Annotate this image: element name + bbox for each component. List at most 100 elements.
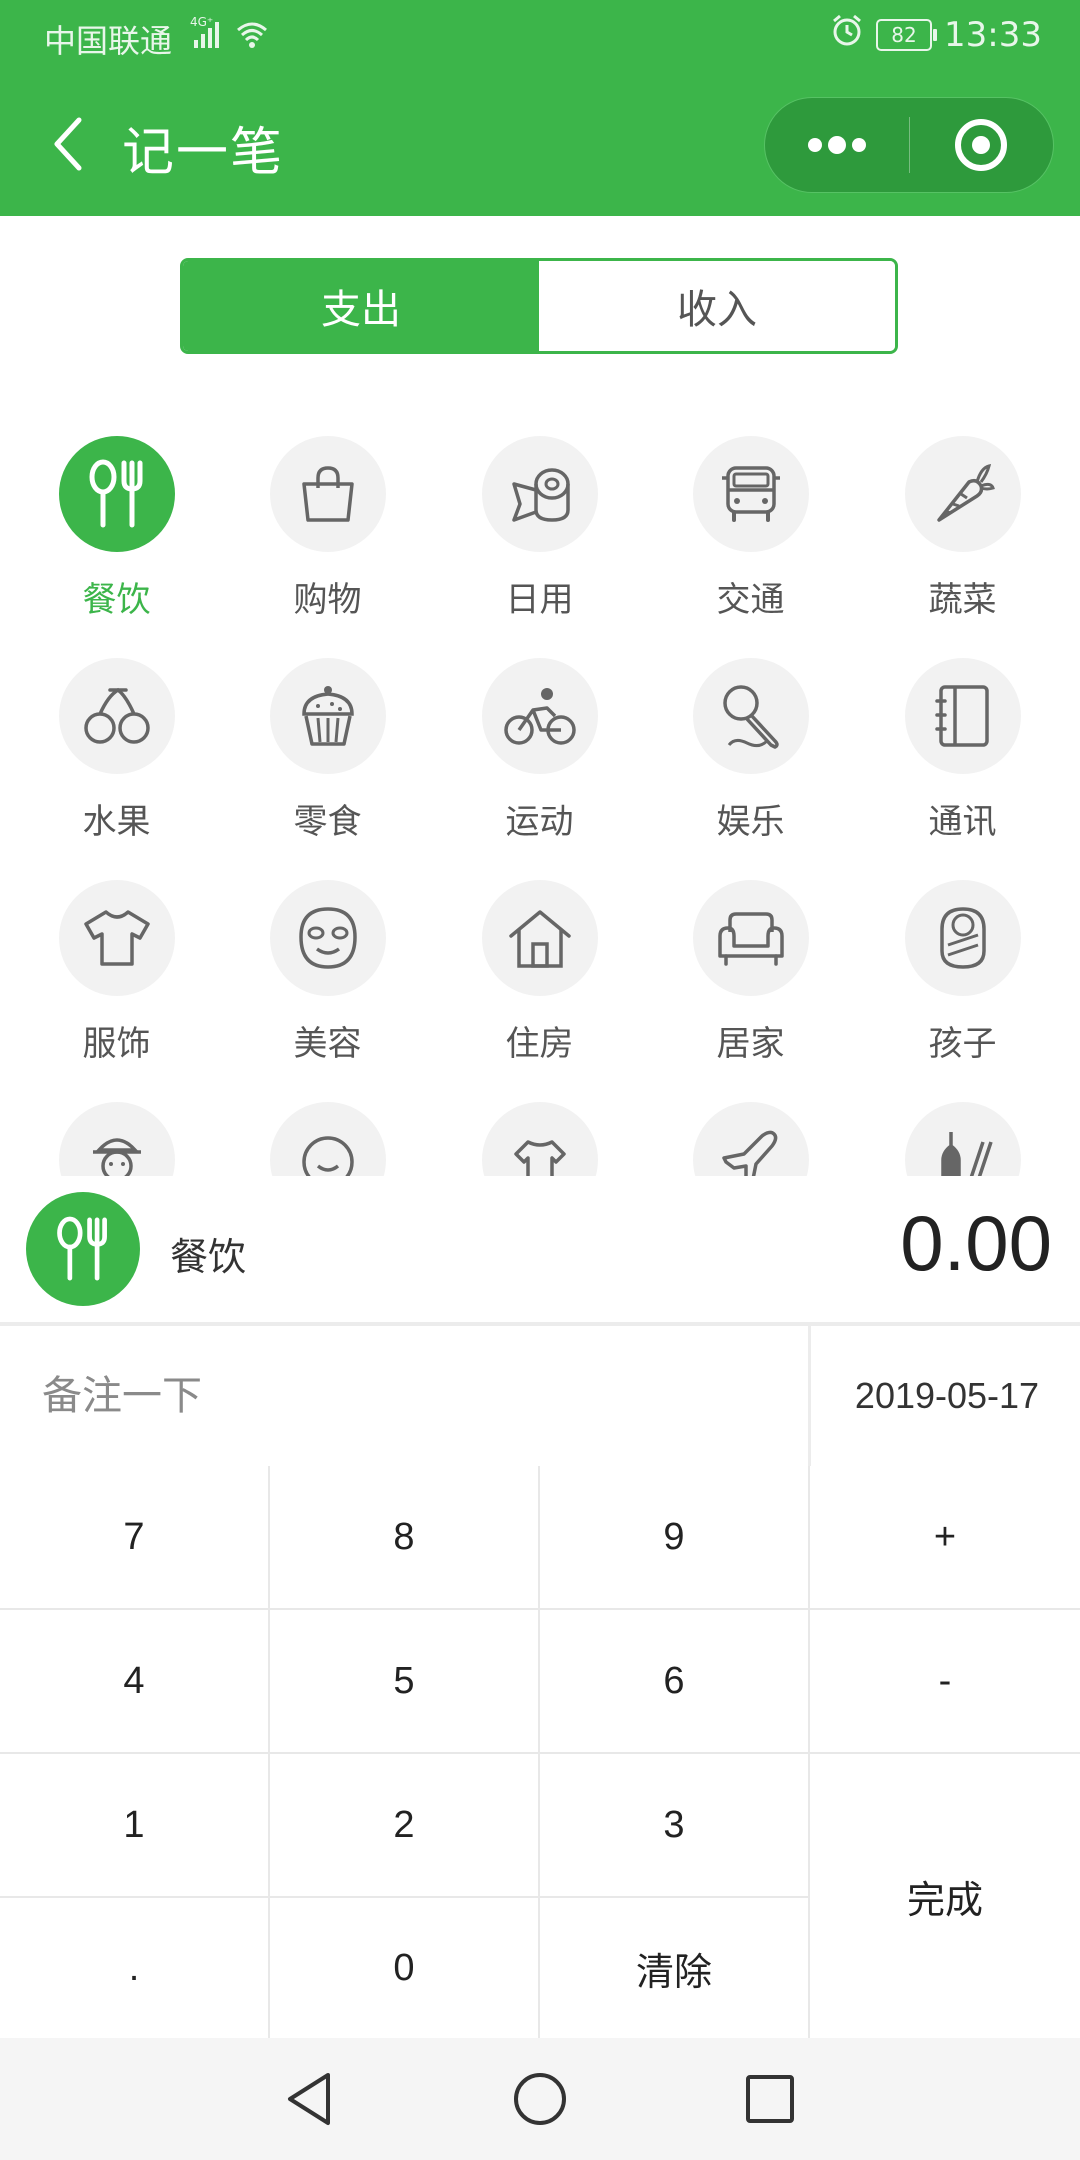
amount-display: 0.00 bbox=[900, 1199, 1052, 1287]
clear-button[interactable]: 清除 bbox=[540, 1898, 810, 2038]
category-item-2[interactable] bbox=[222, 1102, 433, 1176]
category-fruit[interactable]: 水果 bbox=[11, 658, 222, 858]
key-4[interactable]: 4 bbox=[0, 1610, 270, 1754]
cupcake-icon bbox=[301, 686, 354, 746]
utensils-icon bbox=[57, 1216, 107, 1281]
category-clothing[interactable]: 服饰 bbox=[11, 880, 222, 1080]
circle-home-icon bbox=[514, 2073, 566, 2125]
tab-income[interactable]: 收入 bbox=[539, 261, 895, 351]
category-entertainment[interactable]: 娱乐 bbox=[645, 658, 856, 858]
note-input[interactable] bbox=[0, 1326, 806, 1466]
key-9[interactable]: 9 bbox=[540, 1466, 810, 1610]
category-transport[interactable]: 交通 bbox=[645, 436, 856, 636]
tab-expense[interactable]: 支出 bbox=[183, 261, 539, 351]
category-home[interactable]: 居家 bbox=[645, 880, 856, 1080]
status-time: 13:33 bbox=[944, 15, 1042, 55]
category-daily[interactable]: 日用 bbox=[434, 436, 645, 636]
triangle-back-icon bbox=[288, 2073, 330, 2125]
category-beauty[interactable]: 美容 bbox=[222, 880, 433, 1080]
category-icon-wrap bbox=[269, 436, 386, 552]
category-label: 水果 bbox=[82, 802, 151, 842]
system-recent-button[interactable] bbox=[737, 2066, 803, 2132]
category-label: 运动 bbox=[505, 802, 574, 842]
selected-category-icon bbox=[26, 1192, 140, 1306]
done-button[interactable]: 完成 bbox=[810, 1754, 1080, 2038]
category-communication[interactable]: 通讯 bbox=[857, 658, 1068, 858]
status-right: 82 13:33 bbox=[830, 14, 1042, 56]
category-vegetables[interactable]: 蔬菜 bbox=[857, 436, 1068, 636]
date-picker[interactable]: 2019-05-17 bbox=[808, 1326, 1080, 1466]
category-label: 服饰 bbox=[82, 1024, 151, 1064]
category-icon-wrap bbox=[269, 658, 386, 774]
category-grid: 餐饮 购物 日用 交通 蔬菜 水果 零食 运动 娱乐 通讯 服饰 美容 住房 居… bbox=[0, 436, 1080, 1176]
carrier-name: 中国联通 bbox=[44, 22, 173, 60]
pet-icon bbox=[513, 1140, 566, 1176]
utensils-icon bbox=[89, 459, 142, 528]
category-icon-wrap bbox=[904, 658, 1021, 774]
key-plus[interactable]: + bbox=[810, 1466, 1080, 1610]
key-7[interactable]: 7 bbox=[0, 1466, 270, 1610]
notebook-icon bbox=[934, 685, 989, 747]
close-miniprogram-button[interactable] bbox=[910, 98, 1054, 192]
key-dot[interactable]: . bbox=[0, 1898, 270, 2038]
category-label: 通讯 bbox=[928, 802, 997, 842]
tissue-roll-icon bbox=[511, 468, 570, 522]
category-children[interactable]: 孩子 bbox=[857, 880, 1068, 1080]
key-8[interactable]: 8 bbox=[270, 1466, 540, 1610]
more-button[interactable] bbox=[765, 98, 909, 192]
cherry-icon bbox=[83, 687, 150, 744]
category-icon-wrap bbox=[269, 1102, 386, 1176]
baby-icon bbox=[939, 907, 986, 969]
category-snacks[interactable]: 零食 bbox=[222, 658, 433, 858]
sofa-icon bbox=[717, 912, 784, 966]
type-tabs: 支出 收入 bbox=[180, 258, 898, 354]
signal-icon: 4G⁺ bbox=[190, 14, 300, 62]
status-bar: 中国联通 4G⁺ 82 13:33 bbox=[0, 0, 1080, 72]
key-2[interactable]: 2 bbox=[270, 1754, 540, 1898]
svg-text:4G⁺: 4G⁺ bbox=[190, 15, 213, 29]
bus-icon bbox=[721, 466, 780, 522]
carrot-icon bbox=[936, 463, 995, 522]
category-icon-wrap bbox=[481, 658, 598, 774]
system-back-button[interactable] bbox=[276, 2066, 342, 2132]
category-label: 美容 bbox=[293, 1024, 362, 1064]
category-icon-wrap bbox=[692, 1102, 809, 1176]
more-dots-icon bbox=[807, 136, 866, 154]
capsule-menu bbox=[764, 97, 1054, 193]
key-minus[interactable]: - bbox=[810, 1610, 1080, 1754]
category-icon-wrap bbox=[58, 880, 175, 996]
face-mask-icon bbox=[298, 907, 357, 969]
note-row: 2019-05-17 bbox=[0, 1326, 1080, 1469]
category-dining[interactable]: 餐饮 bbox=[11, 436, 222, 636]
category-icon-wrap bbox=[58, 1102, 175, 1176]
chevron-left-icon bbox=[54, 117, 82, 171]
key-1[interactable]: 1 bbox=[0, 1754, 270, 1898]
category-sports[interactable]: 运动 bbox=[434, 658, 645, 858]
house-icon bbox=[508, 910, 571, 968]
category-shopping[interactable]: 购物 bbox=[222, 436, 433, 636]
category-icon-wrap bbox=[58, 658, 175, 774]
bicycle-icon bbox=[503, 688, 576, 745]
back-button[interactable] bbox=[38, 106, 98, 182]
page-title: 记一笔 bbox=[122, 123, 285, 183]
amount-row: 餐饮 0.00 bbox=[0, 1176, 1080, 1326]
category-icon-wrap bbox=[904, 880, 1021, 996]
category-label: 娱乐 bbox=[716, 802, 785, 842]
elder-icon bbox=[92, 1138, 141, 1176]
category-elder[interactable] bbox=[11, 1102, 222, 1176]
category-item-3[interactable] bbox=[434, 1102, 645, 1176]
category-housing[interactable]: 住房 bbox=[434, 880, 645, 1080]
system-nav-bar bbox=[0, 2038, 1080, 2160]
target-icon bbox=[955, 119, 1008, 171]
category-item-4[interactable] bbox=[645, 1102, 856, 1176]
nav-bar: 记一笔 bbox=[0, 72, 1080, 216]
system-home-button[interactable] bbox=[507, 2066, 573, 2132]
keypad: 7 8 9 + 4 5 6 - 1 2 3 . 0 清除 完成 bbox=[0, 1466, 1080, 2038]
category-label: 住房 bbox=[505, 1024, 574, 1064]
key-0[interactable]: 0 bbox=[270, 1898, 540, 2038]
category-item-5[interactable] bbox=[857, 1102, 1068, 1176]
key-5[interactable]: 5 bbox=[270, 1610, 540, 1754]
battery-indicator: 82 bbox=[876, 19, 938, 51]
key-3[interactable]: 3 bbox=[540, 1754, 810, 1898]
key-6[interactable]: 6 bbox=[540, 1610, 810, 1754]
